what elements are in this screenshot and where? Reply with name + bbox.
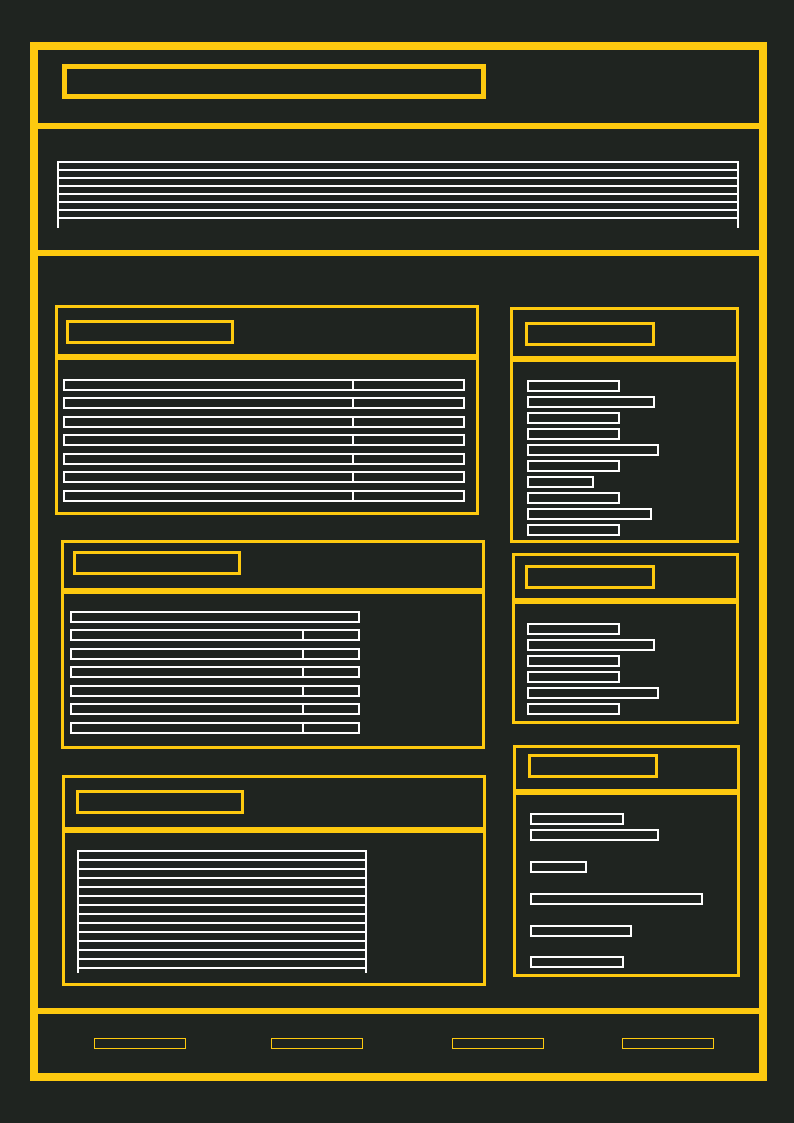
sidebar-panel-3-divider	[516, 789, 737, 795]
main-panel-3-title-placeholder	[76, 790, 244, 814]
footer-link-3[interactable]	[452, 1038, 544, 1049]
list-item	[527, 412, 620, 424]
footer-link-2[interactable]	[271, 1038, 363, 1049]
list-item	[527, 687, 659, 699]
table-row	[63, 471, 465, 483]
list-item	[527, 639, 655, 651]
main-panel-1-divider	[58, 354, 476, 360]
intro-text-block	[57, 161, 739, 228]
main-panel-1-table	[63, 379, 465, 503]
main-panel-2-title-placeholder	[73, 551, 241, 575]
table-row	[63, 434, 465, 446]
list-item	[527, 460, 620, 472]
list-item	[530, 893, 703, 905]
table-row	[63, 397, 465, 409]
table-row	[70, 629, 360, 641]
list-item	[530, 956, 624, 968]
header-title-placeholder	[62, 64, 486, 99]
table-row	[63, 416, 465, 428]
footer-link-4[interactable]	[622, 1038, 714, 1049]
list-item	[527, 380, 620, 392]
main-panel-3-text-block	[77, 850, 367, 973]
main-panel-2-table	[70, 611, 360, 735]
table-row	[70, 666, 360, 678]
table-row	[70, 703, 360, 715]
table-row	[70, 685, 360, 697]
intro-divider	[38, 250, 759, 256]
sidebar-panel-2-divider	[515, 598, 736, 604]
list-item	[527, 508, 652, 520]
main-panel-3-divider	[65, 827, 483, 833]
footer-link-1[interactable]	[94, 1038, 186, 1049]
sidebar-panel-3-title-placeholder	[528, 754, 658, 778]
list-item	[530, 813, 624, 825]
footer-divider	[38, 1008, 759, 1014]
list-item	[527, 623, 620, 635]
table-row	[70, 648, 360, 660]
list-item	[530, 829, 659, 841]
list-item	[527, 524, 620, 536]
table-row	[63, 453, 465, 465]
list-item	[527, 396, 655, 408]
list-item	[527, 703, 620, 715]
sidebar-panel-1-divider	[513, 356, 736, 362]
main-panel-1-title-placeholder	[66, 320, 234, 344]
list-item	[527, 476, 594, 488]
table-row	[70, 611, 360, 623]
list-item	[527, 671, 620, 683]
table-row	[63, 379, 465, 391]
header-divider	[38, 123, 759, 129]
table-row	[70, 722, 360, 734]
list-item	[530, 925, 632, 937]
sidebar-panel-1-title-placeholder	[525, 322, 655, 346]
list-item	[527, 428, 620, 440]
table-row	[63, 490, 465, 502]
list-item	[530, 861, 587, 873]
list-item	[527, 444, 659, 456]
list-item	[527, 655, 620, 667]
main-panel-2-divider	[64, 588, 482, 594]
sidebar-panel-2-title-placeholder	[525, 565, 655, 589]
list-item	[527, 492, 620, 504]
